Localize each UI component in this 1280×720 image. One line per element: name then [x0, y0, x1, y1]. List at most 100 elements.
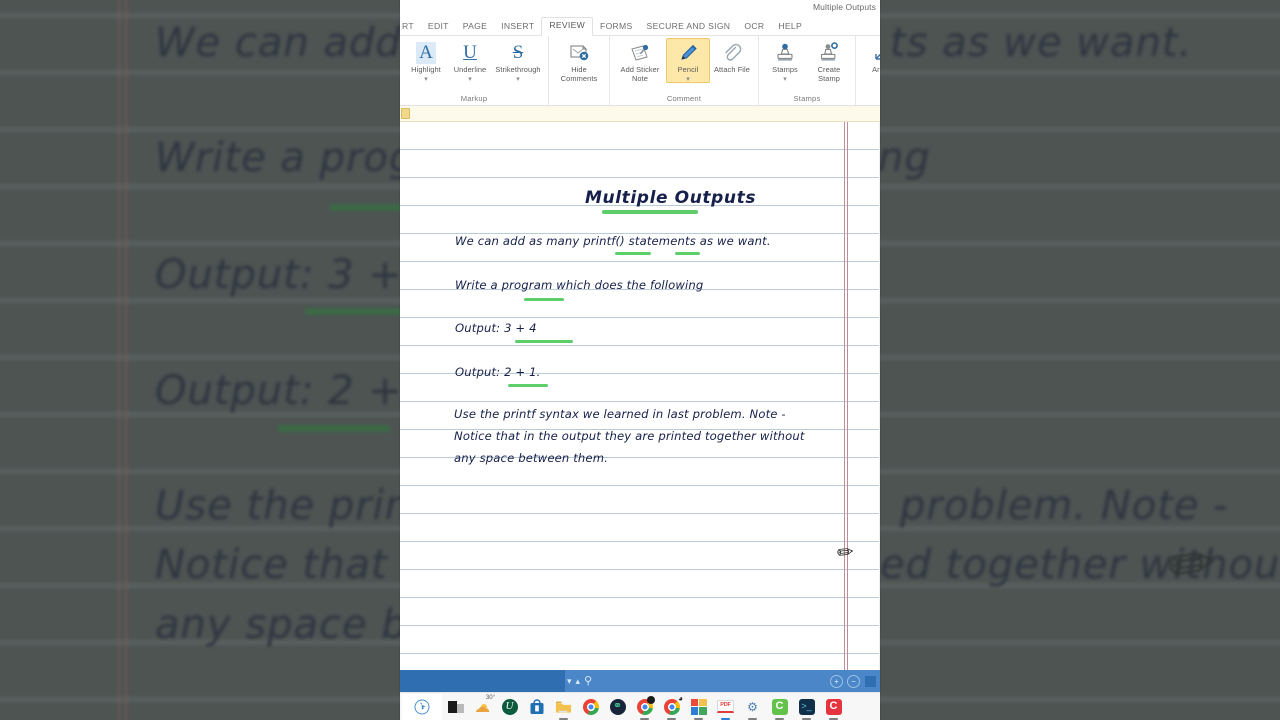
statusbar-corner-block	[865, 675, 876, 687]
hide-comments-icon	[568, 41, 590, 65]
chevron-up-icon[interactable]: ▴	[576, 676, 581, 686]
create-stamp-button[interactable]: Create Stamp	[807, 38, 851, 83]
pdf-glyph: PDF	[717, 698, 734, 715]
pencil-icon	[677, 41, 699, 65]
ribbon-group-shapes: Arrow ▾ Draw Cloud Shapes	[856, 36, 880, 105]
ribbon-group-comment: Add Sticker Note Pencil ▾ Attach File Co…	[610, 36, 759, 105]
tab-insert[interactable]: INSERT	[494, 19, 541, 35]
underline-label: Underline	[453, 65, 487, 74]
underline-u-icon: U	[463, 42, 477, 63]
underline-button[interactable]: U Underline ▾	[448, 38, 492, 83]
strikethrough-label: Strikethrough	[495, 65, 541, 74]
strikethrough-s-icon: S	[512, 42, 524, 63]
tab-secure-and-sign[interactable]: SECURE AND SIGN	[640, 19, 738, 35]
chevron-down-icon[interactable]: ▾	[516, 76, 520, 83]
pdf-reader-window: Multiple Outputs RT EDIT PAGE INSERT REV…	[400, 0, 880, 720]
doc-highlight-printf	[615, 252, 651, 255]
tab-review[interactable]: REVIEW	[541, 17, 594, 36]
tab-forms[interactable]: FORMS	[593, 19, 640, 35]
highlight-a-icon: A	[416, 41, 436, 65]
doc-line-1: We can add as many printf() statements a…	[455, 234, 771, 248]
ribbon-group-markup: A Highlight ▾ U Underline ▾ S Strikethro…	[400, 36, 549, 105]
chrome-glyph	[582, 698, 599, 715]
attach-file-label: Attach File	[713, 65, 750, 74]
document-page[interactable]: Multiple Outputs We can add as many prin…	[400, 122, 880, 670]
pencil-button[interactable]: Pencil ▾	[666, 38, 710, 83]
phonelink-icon[interactable]: ⚭	[604, 693, 631, 720]
tab-ocr[interactable]: OCR	[737, 19, 771, 35]
weather-glyph	[474, 700, 491, 717]
taskview-icon[interactable]	[442, 693, 469, 720]
hide-comments-button[interactable]: Hide Comments	[553, 38, 605, 83]
doc-highlight-heading	[602, 210, 698, 214]
chevron-down-icon[interactable]: ▾	[686, 76, 690, 83]
chevron-down-icon[interactable]: ▾	[783, 76, 787, 83]
create-stamp-icon	[818, 41, 840, 65]
highlight-button[interactable]: A Highlight ▾	[404, 38, 448, 83]
udemy-icon[interactable]: U	[496, 693, 523, 720]
chevron-down-icon[interactable]: ▾	[424, 76, 428, 83]
microsoft-store-icon[interactable]	[523, 693, 550, 720]
doc-highlight-output-2	[508, 384, 548, 387]
doc-highlight-statements	[675, 252, 700, 255]
tab-rt[interactable]: RT	[402, 19, 421, 35]
arrow-button[interactable]: Arrow ▾	[860, 38, 880, 83]
attach-file-button[interactable]: Attach File	[710, 38, 754, 75]
terminal-icon[interactable]: >_	[793, 693, 820, 720]
stamps-button[interactable]: Stamps ▾	[763, 38, 807, 83]
folder-glyph	[555, 698, 572, 715]
file-explorer-icon[interactable]	[550, 693, 577, 720]
ribbon-group-label-comment: Comment	[666, 94, 702, 103]
bing-search-icon[interactable]	[402, 693, 442, 720]
ribbon-group-label-blank-1	[553, 103, 605, 104]
hide-comments-label: Hide Comments	[560, 65, 598, 83]
ribbon: A Highlight ▾ U Underline ▾ S Strikethro…	[400, 36, 880, 106]
chrome-window-icon[interactable]	[631, 693, 658, 720]
chevron-down-icon[interactable]: ▾	[468, 76, 472, 83]
weather-icon[interactable]: 30°	[469, 693, 496, 720]
chevron-down-icon[interactable]: ▾	[567, 676, 572, 686]
tab-page[interactable]: PAGE	[456, 19, 494, 35]
zoom-in-button[interactable]: +	[830, 674, 843, 688]
notice-bar	[400, 106, 880, 122]
chrome-icon[interactable]	[577, 693, 604, 720]
terminal-glyph: >_	[798, 698, 815, 715]
settings-icon[interactable]: ⚙	[739, 693, 766, 720]
arrow-label: Arrow	[872, 65, 880, 74]
camtasia-icon[interactable]: C	[766, 693, 793, 720]
camtasia-recorder-icon[interactable]: C	[820, 693, 847, 720]
add-sticker-note-label: Add Sticker Note	[620, 65, 660, 83]
office-squares-glyph	[690, 698, 707, 715]
taskview-glyph	[447, 698, 464, 715]
highlight-label: Highlight	[411, 65, 441, 74]
notice-chip-icon	[401, 108, 410, 119]
microsoft-office-icon[interactable]	[685, 693, 712, 720]
strikethrough-button[interactable]: S Strikethrough ▾	[492, 38, 544, 83]
doc-highlight-program	[524, 298, 564, 301]
tab-edit[interactable]: EDIT	[421, 19, 456, 35]
document-title: Multiple Outputs	[812, 2, 876, 12]
doc-line-6: Notice that in the output they are print…	[454, 429, 805, 443]
search-icon[interactable]: ⚲	[584, 675, 592, 687]
ribbon-group-hide-comments: Hide Comments	[549, 36, 610, 105]
doc-line-7: any space between them.	[454, 451, 608, 465]
tab-help[interactable]: HELP	[771, 19, 809, 35]
statusbar-zoom-controls: + −	[826, 674, 880, 688]
document-content: Multiple Outputs We can add as many prin…	[400, 122, 880, 670]
pencil-cursor: ✏	[835, 541, 855, 565]
viewer-statusbar: ▾ ▴ ⚲ + −	[400, 670, 880, 692]
doc-highlight-output-1	[515, 340, 573, 343]
windows-taskbar: 30° U ⚭ ◕ PDF ⚙ C >_ C	[400, 692, 880, 720]
pdf-reader-icon[interactable]: PDF	[712, 693, 739, 720]
weather-temperature: 30°	[485, 694, 495, 701]
add-sticker-note-button[interactable]: Add Sticker Note	[614, 38, 666, 83]
chrome-window-glyph	[636, 696, 655, 715]
create-stamp-label: Create Stamp	[817, 65, 841, 83]
ribbon-group-label-stamps: Stamps	[793, 94, 821, 103]
chrome-cast-icon[interactable]: ◕	[658, 693, 685, 720]
doc-line-4: Output: 2 + 1.	[455, 365, 541, 379]
ribbon-group-stamps: Stamps ▾ Create Stamp Stamps	[759, 36, 856, 105]
stamp-icon	[774, 41, 796, 65]
statusbar-left-panel	[400, 670, 565, 692]
zoom-out-button[interactable]: −	[847, 674, 860, 688]
